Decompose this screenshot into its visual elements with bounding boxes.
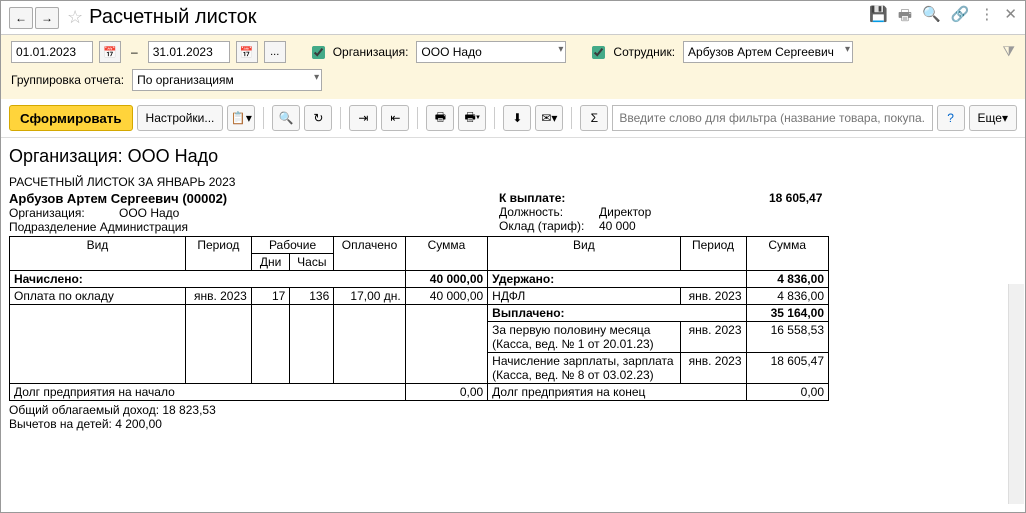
debt-end-value: 0,00 xyxy=(746,384,829,401)
table-row: Оплата по окладу янв. 2023 17 136 17,00 … xyxy=(10,288,829,305)
favorite-star-icon[interactable]: ☆ xyxy=(67,7,83,28)
th-hours: Часы xyxy=(290,254,334,271)
paid-total: 35 164,00 xyxy=(746,305,829,322)
debt-end-label: Долг предприятия на конец xyxy=(488,384,746,401)
org-combo-value: ООО Надо xyxy=(421,45,481,59)
expand-button[interactable]: ⇥ xyxy=(349,105,377,131)
position-label: Должность: xyxy=(499,205,599,219)
child-deductions-line: Вычетов на детей: 4 200,00 xyxy=(9,417,1017,431)
grouping-label: Группировка отчета: xyxy=(11,73,124,87)
report-org-header: Организация: ООО Надо xyxy=(9,146,1017,167)
preview-icon[interactable]: 🔍 xyxy=(922,5,941,30)
debt-start-value: 0,00 xyxy=(405,384,487,401)
date-from-input[interactable] xyxy=(11,41,93,63)
report-area: Организация: ООО Надо РАСЧЕТНЫЙ ЛИСТОК З… xyxy=(1,138,1025,505)
print-button[interactable]: 🖶 xyxy=(426,105,454,131)
date-to-input[interactable] xyxy=(148,41,230,63)
th-period: Период xyxy=(185,237,251,271)
debt-start-label: Долг предприятия на начало xyxy=(10,384,406,401)
dept-line: Подразделение Администрация xyxy=(9,220,499,234)
link-icon[interactable]: 🔗 xyxy=(951,5,970,30)
page-title: Расчетный листок xyxy=(89,6,869,29)
org-label: Организация: xyxy=(333,45,409,59)
accrued-label: Начислено: xyxy=(10,271,406,288)
date-to-picker-button[interactable]: 📅 xyxy=(236,41,258,63)
th-vid: Вид xyxy=(10,237,186,271)
funnel-filter-icon[interactable]: ⧩ xyxy=(1003,43,1016,60)
org-filter-checkbox[interactable] xyxy=(312,46,325,59)
grouping-combo-value: По организациям xyxy=(137,73,234,87)
accrued-total: 40 000,00 xyxy=(405,271,487,288)
email-button[interactable]: ✉▾ xyxy=(535,105,563,131)
employee-combo-value: Арбузов Артем Сергеевич xyxy=(688,45,834,59)
employee-label: Сотрудник: xyxy=(613,45,675,59)
help-button[interactable]: ? xyxy=(937,105,965,131)
th-sum2: Сумма xyxy=(746,237,829,271)
grouping-combo[interactable]: По организациям ▾ xyxy=(132,69,322,91)
position-value: Директор xyxy=(599,205,651,219)
employee-combo[interactable]: Арбузов Артем Сергеевич ▾ xyxy=(683,41,853,63)
close-icon[interactable]: ✕ xyxy=(1004,5,1017,30)
refresh-button[interactable]: ↻ xyxy=(304,105,332,131)
chevron-down-icon: ▾ xyxy=(558,44,563,55)
th-sum: Сумма xyxy=(405,237,487,271)
settings-button[interactable]: Настройки... xyxy=(137,105,224,131)
table-row: Выплачено: 35 164,00 xyxy=(10,305,829,322)
date-range-dash: – xyxy=(131,45,138,59)
payslip-table: Вид Период Рабочие Оплачено Сумма Вид Пе… xyxy=(9,236,829,401)
save-report-button[interactable]: ⬇ xyxy=(503,105,531,131)
generate-button[interactable]: Сформировать xyxy=(9,105,133,131)
date-from-picker-button[interactable]: 📅 xyxy=(99,41,121,63)
chevron-down-icon: ▾ xyxy=(314,72,319,83)
nav-back-button[interactable]: ← xyxy=(9,7,33,29)
th-paid: Оплачено xyxy=(334,237,405,271)
find-button[interactable]: 🔍 xyxy=(272,105,300,131)
org-line-label: Организация: xyxy=(9,206,119,220)
employee-name: Арбузов Артем Сергеевич (00002) xyxy=(9,191,499,206)
withheld-total: 4 836,00 xyxy=(746,271,829,288)
print-settings-button[interactable]: 🖶▾ xyxy=(458,105,486,131)
org-line-value: ООО Надо xyxy=(119,206,179,220)
th-period2: Период xyxy=(680,237,746,271)
collapse-button[interactable]: ⇤ xyxy=(381,105,409,131)
report-period-title: РАСЧЕТНЫЙ ЛИСТОК ЗА ЯНВАРЬ 2023 xyxy=(9,175,1017,189)
salary-value: 40 000 xyxy=(599,219,636,233)
payout-label: К выплате: xyxy=(499,191,769,205)
copy-settings-button[interactable]: 📋▾ xyxy=(227,105,255,131)
kebab-menu-icon[interactable]: ⋮ xyxy=(979,5,994,30)
text-filter-input[interactable] xyxy=(612,105,932,131)
taxable-income-line: Общий облагаемый доход: 18 823,53 xyxy=(9,403,1017,417)
date-range-more-button[interactable]: ... xyxy=(264,41,286,63)
save-icon[interactable]: 💾 xyxy=(869,5,888,30)
chevron-down-icon: ▾ xyxy=(845,44,850,55)
org-combo[interactable]: ООО Надо ▾ xyxy=(416,41,566,63)
nav-forward-button[interactable]: → xyxy=(35,7,59,29)
print-icon[interactable]: 🖶 xyxy=(898,5,912,30)
withheld-label: Удержано: xyxy=(488,271,746,288)
th-vid2: Вид xyxy=(488,237,680,271)
th-work: Рабочие xyxy=(251,237,333,254)
more-button[interactable]: Еще ▾ xyxy=(969,105,1017,131)
payout-value: 18 605,47 xyxy=(769,191,822,205)
sum-button[interactable]: Σ xyxy=(580,105,608,131)
vertical-scrollbar[interactable] xyxy=(1008,284,1024,504)
paid-label: Выплачено: xyxy=(488,305,746,322)
th-days: Дни xyxy=(251,254,289,271)
salary-label: Оклад (тариф): xyxy=(499,219,599,233)
employee-filter-checkbox[interactable] xyxy=(592,46,605,59)
